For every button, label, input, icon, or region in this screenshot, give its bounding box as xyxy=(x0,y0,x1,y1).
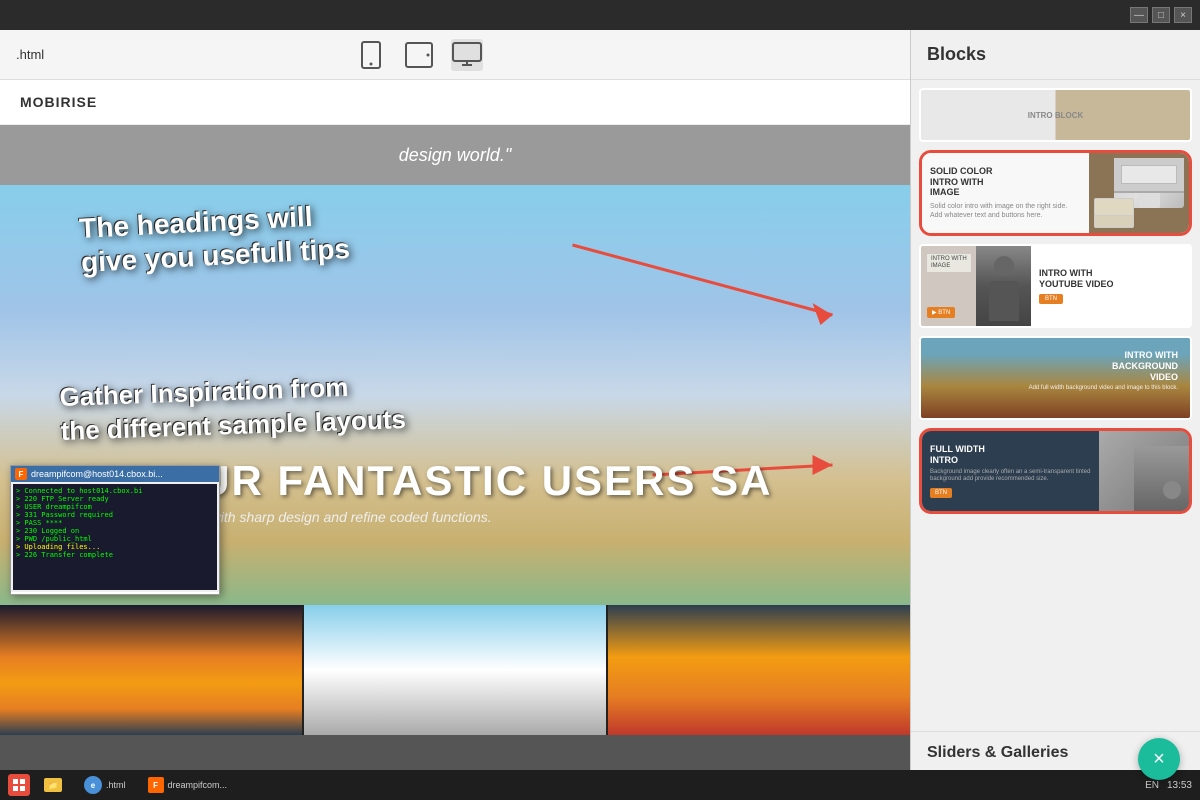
design-world-section: design world." xyxy=(0,125,910,185)
block-solid-desc: Solid color intro with image on the righ… xyxy=(930,202,1081,220)
block-youtube-title: INTRO WITHYOUTUBE VIDEO xyxy=(1039,268,1182,290)
block-item-partial[interactable]: INTRO BLOCK xyxy=(919,88,1192,142)
block-solid-color-inner: SOLID COLORINTRO WITHIMAGE Solid color i… xyxy=(922,153,1189,233)
ftp-line: > Uploading files... xyxy=(16,543,214,551)
taskbar-browser-item[interactable]: e .html xyxy=(76,774,134,796)
taskbar-right: EN 13:53 xyxy=(1145,780,1192,791)
taskbar-ftp-label: dreampifcom... xyxy=(168,780,228,790)
hero-section: The headings willgive you usefull tips G… xyxy=(0,185,910,605)
maximize-button[interactable]: □ xyxy=(1152,7,1170,23)
block-fullwidth-desc: Background image clearly often an a semi… xyxy=(930,469,1091,485)
block-solid-right xyxy=(1089,153,1189,233)
block-youtube-preview: INTRO WITHIMAGE ▶ BTN xyxy=(921,246,1031,326)
taskbar-time: 13:53 xyxy=(1167,780,1192,791)
block-youtube-video[interactable]: INTRO WITHIMAGE ▶ BTN INTRO WITHYOUTUBE … xyxy=(919,244,1192,328)
website-preview: MOBIRISE design world." The headings wil… xyxy=(0,80,910,770)
canvas: MOBIRISE design world." The headings wil… xyxy=(0,80,910,770)
block-notebook-image xyxy=(1094,198,1134,228)
thumbnails-row xyxy=(0,605,910,735)
ftp-line: > 230 Logged on xyxy=(16,527,214,535)
block-youtube-inner: INTRO WITHIMAGE ▶ BTN INTRO WITHYOUTUBE … xyxy=(921,246,1190,326)
ftp-line: > USER dreampifcom xyxy=(16,503,214,511)
ftp-window[interactable]: F dreampifcom@host014.cbox.bi... > Conne… xyxy=(10,465,220,595)
taskbar-ftp-item[interactable]: F dreampifcom... xyxy=(140,774,236,796)
block-solid-title: SOLID COLORINTRO WITHIMAGE xyxy=(930,166,1081,198)
block-fullwidth-cta-btn: BTN xyxy=(930,488,952,498)
ftp-app-icon: F xyxy=(15,468,27,480)
minimize-button[interactable]: — xyxy=(1130,7,1148,23)
blocks-panel: Blocks INTRO BLOCK SOLID COLORINTRO WITH… xyxy=(910,30,1200,770)
ftp-line: > 331 Password required xyxy=(16,511,214,519)
ftp-body: > Connected to host014.cbox.bi > 220 FTP… xyxy=(11,482,219,592)
close-button-titlebar[interactable]: × xyxy=(1174,7,1192,23)
block-fullwidth-intro[interactable]: FULL WIDTHINTRO Background image clearly… xyxy=(919,428,1192,514)
block-youtube-right: INTRO WITHYOUTUBE VIDEO BTN xyxy=(1031,246,1190,326)
thumbnail-3 xyxy=(608,605,910,735)
annotation-text-2: Gather Inspiration fromthe different sam… xyxy=(59,369,406,449)
block-solid-color-intro[interactable]: SOLID COLORINTRO WITHIMAGE Solid color i… xyxy=(919,150,1192,236)
ftp-line: > PWD /public_html xyxy=(16,535,214,543)
ftp-line: > 226 Transfer complete xyxy=(16,551,214,559)
block-bg-video-desc: Add full width background video and imag… xyxy=(1029,385,1178,393)
thumbnail-2 xyxy=(304,605,606,735)
ftp-titlebar: F dreampifcom@host014.cbox.bi... xyxy=(11,466,219,482)
mobile-device-button[interactable] xyxy=(355,39,387,71)
toolbar: .html xyxy=(0,30,910,80)
main-content: .html xyxy=(0,30,1200,770)
taskbar-browser-label: .html xyxy=(106,780,126,790)
block-bg-video-inner: INTRO WITHBACKGROUNDVIDEO Add full width… xyxy=(921,338,1190,418)
block-youtube-preview-label: INTRO WITHIMAGE xyxy=(927,254,971,272)
thumbnail-1 xyxy=(0,605,302,735)
taskbar-explorer-item[interactable]: 📁 xyxy=(36,774,70,796)
title-bar: — □ × xyxy=(0,0,1200,30)
editor-area: .html xyxy=(0,30,910,770)
blocks-list: INTRO BLOCK SOLID COLORINTRO WITHIMAGE S… xyxy=(911,80,1200,731)
tablet-device-button[interactable] xyxy=(403,39,435,71)
block-bg-video-text: INTRO WITHBACKGROUNDVIDEO Add full width… xyxy=(1029,350,1178,393)
taskbar-language: EN xyxy=(1145,780,1159,791)
block-bg-video-title: INTRO WITHBACKGROUNDVIDEO xyxy=(1029,350,1178,382)
design-world-quote: design world." xyxy=(399,145,511,166)
block-fullwidth-inner: FULL WIDTHINTRO Background image clearly… xyxy=(922,431,1189,511)
block-fullwidth-right xyxy=(1099,431,1189,511)
block-bg-video[interactable]: INTRO WITHBACKGROUNDVIDEO Add full width… xyxy=(919,336,1192,420)
ftp-line: > 220 FTP Server ready xyxy=(16,495,214,503)
device-switcher xyxy=(355,39,483,71)
desktop-device-button[interactable] xyxy=(451,39,483,71)
taskbar: 📁 e .html F dreampifcom... EN 13:53 xyxy=(0,770,1200,800)
block-youtube-person xyxy=(976,246,1031,326)
ftp-line: > Connected to host014.cbox.bi xyxy=(16,487,214,495)
preview-top-nav: MOBIRISE xyxy=(0,80,910,125)
block-fullwidth-left: FULL WIDTHINTRO Background image clearly… xyxy=(922,431,1099,511)
title-bar-controls[interactable]: — □ × xyxy=(1130,7,1192,23)
ftp-title: dreampifcom@host014.cbox.bi... xyxy=(31,469,163,479)
annotation-text-1: The headings willgive you usefull tips xyxy=(78,198,350,279)
filename-label: .html xyxy=(16,47,44,62)
block-youtube-cta-btn: BTN xyxy=(1039,294,1063,304)
block-solid-left: SOLID COLORINTRO WITHIMAGE Solid color i… xyxy=(922,153,1089,233)
blocks-panel-header: Blocks xyxy=(911,30,1200,80)
block-fullwidth-title: FULL WIDTHINTRO xyxy=(930,444,1091,466)
block-youtube-play-btn: ▶ BTN xyxy=(927,307,955,318)
preview-brand: MOBIRISE xyxy=(20,94,97,110)
ftp-line: > PASS **** xyxy=(16,519,214,527)
taskbar-start-icon[interactable] xyxy=(8,774,30,796)
